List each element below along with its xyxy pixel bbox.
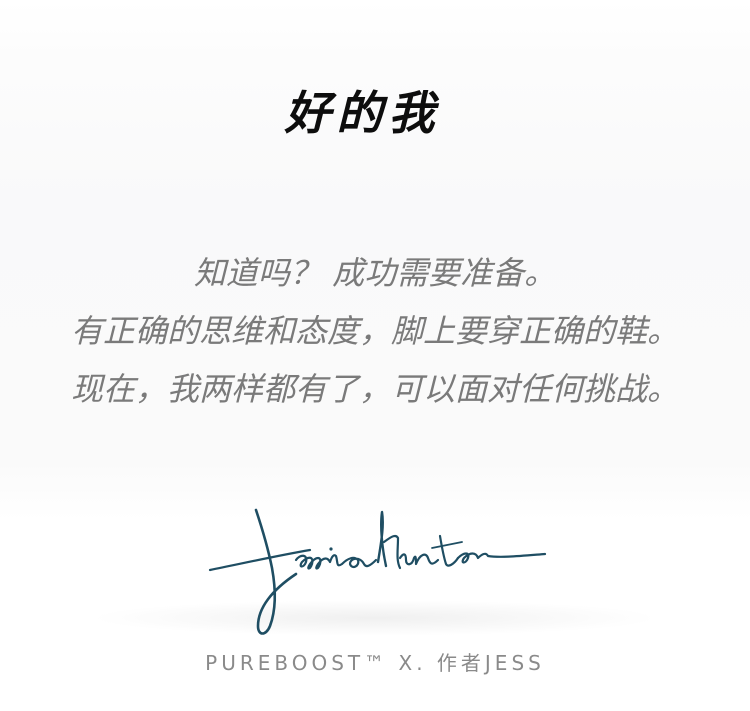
page-title: 好的我 bbox=[284, 86, 441, 140]
page-background: 好的我 知道吗？ 成功需要准备。 有正确的思维和态度，脚上要穿正确的鞋。 现在，… bbox=[0, 0, 750, 711]
body-line-3: 现在，我两样都有了，可以面对任何挑战。 bbox=[70, 370, 679, 408]
signature-image bbox=[208, 508, 547, 635]
body-line-2: 有正确的思维和态度，脚上要穿正确的鞋。 bbox=[70, 312, 679, 350]
footer-credit: PUREBOOST™ X. 作者JESS bbox=[205, 651, 545, 675]
body-line-1: 知道吗？ 成功需要准备。 bbox=[193, 254, 557, 292]
body-paragraph: 知道吗？ 成功需要准备。 有正确的思维和态度，脚上要穿正确的鞋。 现在，我两样都… bbox=[0, 244, 750, 418]
